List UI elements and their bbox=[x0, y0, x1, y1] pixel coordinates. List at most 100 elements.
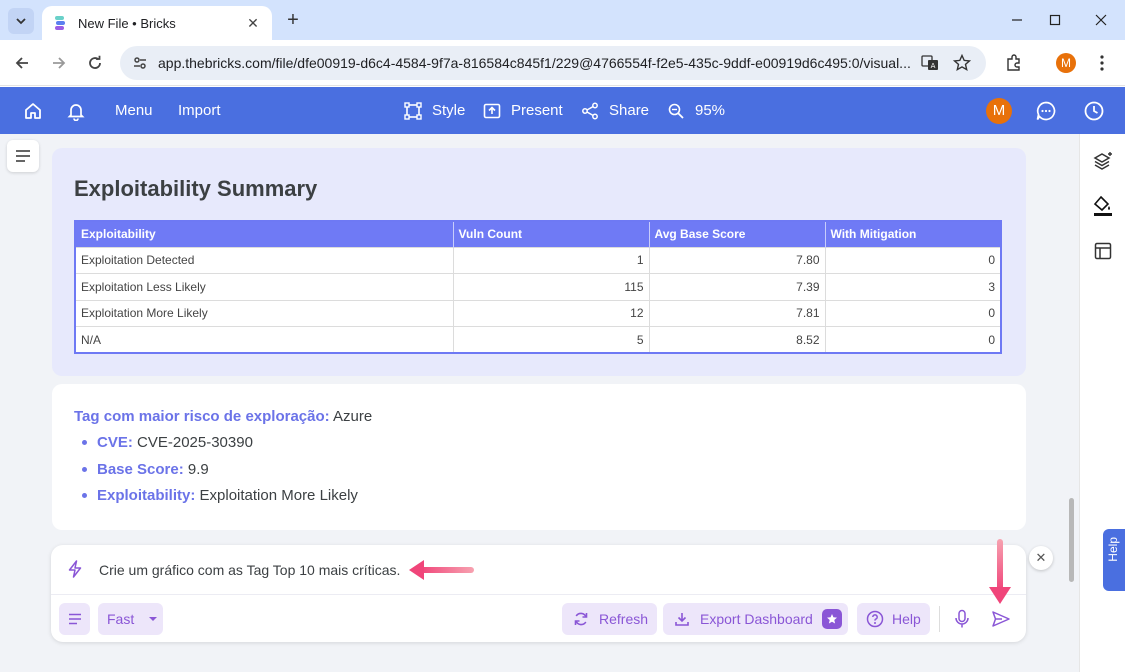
table-cell: 7.39 bbox=[649, 273, 826, 300]
send-button[interactable] bbox=[988, 603, 1014, 635]
help-side-tab[interactable]: Help bbox=[1103, 529, 1125, 591]
column-header: Vuln Count bbox=[453, 221, 650, 247]
layout-button[interactable] bbox=[1091, 239, 1115, 263]
close-prompt-button[interactable]: ✕ bbox=[1029, 546, 1053, 570]
annotation-arrow-left-icon bbox=[409, 560, 474, 580]
menu-button[interactable]: Menu bbox=[115, 87, 153, 134]
refresh-icon bbox=[572, 610, 590, 628]
url-text[interactable]: app.thebricks.com/file/dfe00919-d6c4-458… bbox=[158, 55, 918, 71]
export-dashboard-button[interactable]: Export Dashboard bbox=[663, 603, 848, 635]
app-header: Menu Import Style Present Share 95% M bbox=[0, 87, 1125, 134]
arrow-right-icon bbox=[53, 57, 66, 69]
table-header-row: Exploitability Vuln Count Avg Base Score… bbox=[75, 221, 1002, 247]
home-button[interactable] bbox=[23, 87, 43, 134]
user-avatar-button[interactable]: M bbox=[986, 87, 1012, 134]
table-row: Exploitation Less Likely 115 7.39 3 bbox=[74, 273, 1002, 300]
column-header: With Mitigation bbox=[825, 221, 1002, 247]
column-header: Exploitability bbox=[75, 221, 454, 247]
notifications-button[interactable] bbox=[67, 87, 85, 134]
ai-prompt-panel: Crie um gráfico com as Tag Top 10 mais c… bbox=[51, 545, 1026, 642]
present-button[interactable]: Present bbox=[482, 87, 563, 134]
table-cell: 12 bbox=[453, 299, 650, 327]
prompt-options-button[interactable] bbox=[59, 603, 90, 635]
import-button[interactable]: Import bbox=[178, 87, 221, 134]
list-lines-icon bbox=[16, 150, 30, 162]
close-icon bbox=[1095, 14, 1107, 26]
minimize-button[interactable] bbox=[1003, 6, 1031, 34]
scrollbar-thumb[interactable] bbox=[1069, 498, 1074, 582]
outline-toggle-button[interactable] bbox=[7, 140, 39, 172]
caret-down-icon bbox=[149, 617, 158, 621]
table-cell: 1 bbox=[453, 246, 650, 274]
comments-button[interactable] bbox=[1035, 87, 1057, 134]
home-icon bbox=[25, 102, 41, 119]
table-cell: 0 bbox=[825, 326, 1002, 353]
divider bbox=[51, 594, 1026, 595]
browser-menu-button[interactable] bbox=[1088, 49, 1116, 77]
table-cell: 5 bbox=[453, 326, 650, 353]
mode-select[interactable]: Fast bbox=[98, 603, 163, 635]
style-button[interactable]: Style bbox=[403, 87, 465, 134]
divider bbox=[939, 606, 940, 632]
minimize-icon bbox=[1012, 19, 1022, 21]
layers-button[interactable] bbox=[1091, 149, 1115, 173]
exploitability-table: Exploitability Vuln Count Avg Base Score… bbox=[74, 220, 1002, 354]
bullet-label: Exploitability: bbox=[97, 487, 196, 504]
kebab-menu-icon bbox=[1100, 55, 1104, 71]
insight-card: Tag com maior risco de exploração: Azure… bbox=[52, 384, 1026, 530]
style-frame-icon bbox=[403, 101, 423, 121]
table-cell: Exploitation Detected bbox=[74, 246, 454, 274]
chevron-down-icon bbox=[16, 18, 26, 25]
table-cell: 3 bbox=[825, 273, 1002, 300]
bricks-favicon-icon bbox=[55, 16, 65, 30]
forward-button[interactable] bbox=[45, 49, 73, 77]
bullet-dot bbox=[82, 440, 87, 445]
table-cell: 7.81 bbox=[649, 299, 826, 327]
bullet-value: CVE-2025-30390 bbox=[132, 434, 253, 451]
profile-button[interactable]: M bbox=[1052, 49, 1080, 77]
refresh-button[interactable]: Refresh bbox=[562, 603, 657, 635]
bullet-value: Exploitation More Likely bbox=[195, 487, 358, 504]
tab-close-icon[interactable]: ✕ bbox=[244, 14, 262, 32]
maximize-icon bbox=[1049, 14, 1061, 26]
help-button[interactable]: Help bbox=[857, 603, 930, 635]
clock-icon bbox=[1084, 101, 1104, 120]
insight-bullet-cve: CVE: CVE-2025-30390 bbox=[97, 434, 253, 451]
share-icon bbox=[580, 101, 600, 121]
address-bar[interactable]: app.thebricks.com/file/dfe00919-d6c4-458… bbox=[120, 46, 986, 80]
headline-label: Tag com maior risco de exploração: bbox=[74, 408, 330, 425]
insight-headline: Tag com maior risco de exploração: Azure bbox=[74, 408, 372, 425]
share-button[interactable]: Share bbox=[580, 87, 649, 134]
bookmark-star-icon[interactable] bbox=[950, 51, 974, 75]
history-button[interactable] bbox=[1083, 87, 1105, 134]
present-icon bbox=[482, 101, 502, 121]
table-cell: 0 bbox=[825, 299, 1002, 327]
puzzle-icon bbox=[1007, 54, 1020, 71]
help-circle-icon bbox=[866, 610, 884, 628]
fill-style-button[interactable] bbox=[1091, 194, 1115, 218]
present-label: Present bbox=[511, 102, 563, 119]
bullet-label: CVE: bbox=[97, 434, 133, 451]
reload-button[interactable] bbox=[81, 49, 109, 77]
browser-tab[interactable]: New File • Bricks ✕ bbox=[42, 6, 272, 40]
zoom-control[interactable]: 95% bbox=[666, 87, 725, 134]
maximize-button[interactable] bbox=[1041, 6, 1069, 34]
list-lines-icon bbox=[68, 613, 81, 625]
exploitability-summary-card: Exploitability Summary Exploitability Vu… bbox=[52, 148, 1026, 376]
zoom-level: 95% bbox=[695, 102, 726, 119]
browser-toolbar: app.thebricks.com/file/dfe00919-d6c4-458… bbox=[0, 40, 1125, 86]
tab-search-button[interactable] bbox=[8, 8, 34, 34]
table-cell: 7.80 bbox=[649, 246, 826, 274]
microphone-button[interactable] bbox=[949, 603, 975, 635]
zoom-icon bbox=[666, 101, 686, 121]
send-icon bbox=[992, 611, 1010, 627]
new-tab-button[interactable]: + bbox=[282, 9, 304, 31]
site-settings-icon[interactable] bbox=[128, 51, 152, 75]
translate-icon[interactable]: A bbox=[918, 51, 942, 75]
table-cell: 0 bbox=[825, 246, 1002, 274]
back-button[interactable] bbox=[8, 49, 36, 77]
prompt-input[interactable]: Crie um gráfico com as Tag Top 10 mais c… bbox=[99, 562, 400, 578]
premium-star-icon bbox=[821, 609, 842, 629]
extensions-button[interactable] bbox=[1000, 49, 1028, 77]
close-window-button[interactable] bbox=[1087, 6, 1115, 34]
